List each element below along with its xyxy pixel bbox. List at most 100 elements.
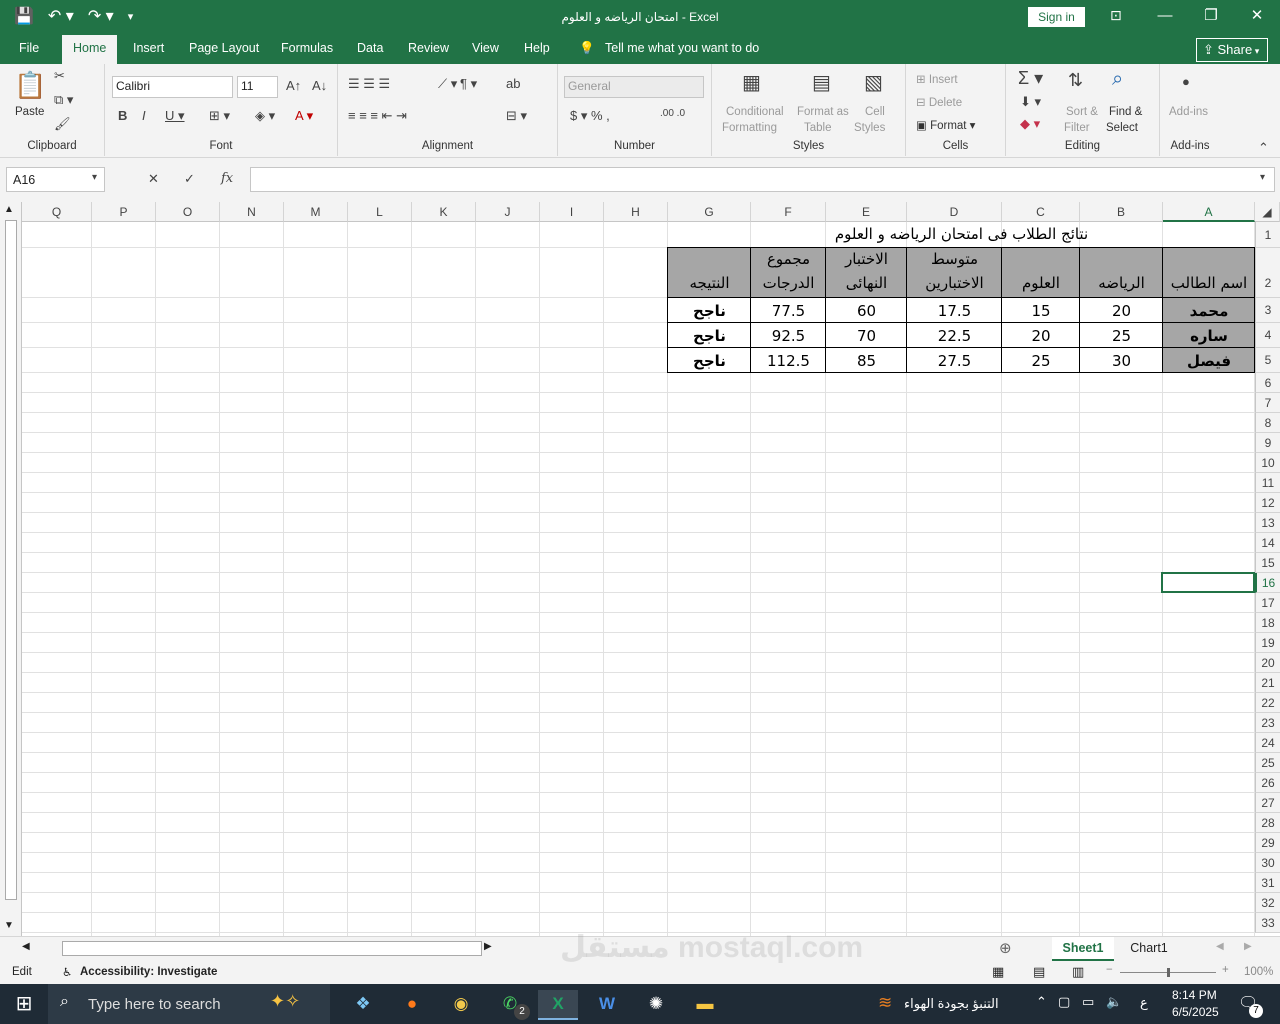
- page-layout-view-icon[interactable]: ▤: [1033, 964, 1045, 980]
- column-header-q[interactable]: Q: [22, 202, 92, 222]
- clear-icon[interactable]: ◆ ▾: [1020, 116, 1040, 132]
- row-header[interactable]: 9: [1255, 433, 1280, 453]
- row-header[interactable]: 25: [1255, 753, 1280, 773]
- header-student-name[interactable]: اسم الطالب: [1163, 274, 1255, 292]
- row-header[interactable]: 19: [1255, 633, 1280, 653]
- font-color-icon[interactable]: A ▾: [295, 108, 313, 124]
- file-explorer-icon[interactable]: ▬: [685, 990, 725, 1020]
- h-scroll-right-icon[interactable]: ▶: [484, 941, 492, 952]
- format-as-table-label-2[interactable]: Table: [804, 122, 832, 134]
- score-cell[interactable]: 30: [1080, 349, 1163, 373]
- score-cell[interactable]: 20: [1002, 324, 1080, 348]
- number-format-select[interactable]: General: [564, 76, 704, 98]
- row-header[interactable]: 8: [1255, 413, 1280, 433]
- header-final-line2[interactable]: النهائى: [826, 274, 907, 292]
- name-box[interactable]: A16: [6, 167, 105, 192]
- column-header-c[interactable]: C: [1002, 202, 1080, 222]
- autosum-icon[interactable]: Σ ▾: [1018, 68, 1043, 89]
- row-header[interactable]: 18: [1255, 613, 1280, 633]
- paste-icon[interactable]: 📋: [14, 70, 46, 101]
- show-hidden-icons[interactable]: ⌃: [1036, 994, 1047, 1010]
- row-header[interactable]: 1: [1255, 222, 1280, 248]
- chatgpt-icon[interactable]: ✺: [636, 990, 676, 1020]
- delete-cells-button[interactable]: ⊟ Delete: [916, 95, 962, 109]
- vertical-scrollbar[interactable]: ▲ ▼: [0, 202, 22, 936]
- currency-icon[interactable]: $ ▾ % ,: [570, 108, 610, 124]
- accessibility-icon[interactable]: ♿: [62, 965, 72, 979]
- column-header-l[interactable]: L: [348, 202, 412, 222]
- row-header[interactable]: 12: [1255, 493, 1280, 513]
- row-header[interactable]: 15: [1255, 553, 1280, 573]
- column-header-a[interactable]: A: [1163, 202, 1255, 222]
- column-header-b[interactable]: B: [1080, 202, 1163, 222]
- score-cell[interactable]: 27.5: [907, 349, 1002, 373]
- row-header[interactable]: 2: [1255, 248, 1280, 298]
- cut-icon[interactable]: ✂: [54, 68, 65, 84]
- score-cell[interactable]: 77.5: [751, 299, 826, 323]
- student-name-cell[interactable]: محمد: [1163, 299, 1255, 323]
- sort-filter-icon[interactable]: ⇅: [1068, 70, 1083, 91]
- accessibility-status[interactable]: Accessibility: Investigate: [80, 966, 217, 978]
- close-icon[interactable]: ✕: [1234, 0, 1280, 34]
- column-header-p[interactable]: P: [92, 202, 156, 222]
- column-header-n[interactable]: N: [220, 202, 284, 222]
- meet-now-icon[interactable]: ▢: [1058, 994, 1070, 1010]
- restore-icon[interactable]: ❐: [1188, 0, 1234, 34]
- tab-page-layout[interactable]: Page Layout: [189, 41, 259, 55]
- network-icon[interactable]: ▭: [1082, 994, 1094, 1010]
- row-header[interactable]: 11: [1255, 473, 1280, 493]
- row-header[interactable]: 29: [1255, 833, 1280, 853]
- row-header[interactable]: 31: [1255, 873, 1280, 893]
- row-header[interactable]: 5: [1255, 348, 1280, 373]
- enter-icon[interactable]: ✓: [184, 171, 195, 187]
- normal-view-icon[interactable]: ▦: [992, 964, 1004, 980]
- row-header[interactable]: 26: [1255, 773, 1280, 793]
- row-header[interactable]: 32: [1255, 893, 1280, 913]
- sort-filter-label[interactable]: Sort &: [1066, 106, 1098, 118]
- insert-cells-button[interactable]: ⊞ Insert: [916, 72, 958, 86]
- find-select-label-2[interactable]: Select: [1106, 122, 1138, 134]
- column-header-k[interactable]: K: [412, 202, 476, 222]
- row-header[interactable]: 4: [1255, 323, 1280, 348]
- column-header-o[interactable]: O: [156, 202, 220, 222]
- column-header-d[interactable]: D: [907, 202, 1002, 222]
- student-name-cell[interactable]: فيصل: [1163, 349, 1255, 373]
- align-left-icon[interactable]: ≡ ≡ ≡ ⇤ ⇥: [348, 108, 407, 124]
- table-title[interactable]: نتائج الطلاب فى امتحان الرياضه و العلوم: [668, 225, 1255, 249]
- addins-button[interactable]: Add-ins: [1169, 106, 1208, 118]
- weather-widget[interactable]: التنبؤ بجودة الهواء: [904, 996, 999, 1012]
- paste-button[interactable]: Paste: [15, 106, 44, 118]
- collapse-ribbon-icon[interactable]: ⌃: [1258, 140, 1269, 156]
- row-header[interactable]: 16: [1255, 573, 1280, 593]
- column-header-f[interactable]: F: [751, 202, 826, 222]
- decrease-font-icon[interactable]: A↓: [312, 78, 327, 93]
- scroll-up-icon[interactable]: ▲: [4, 204, 14, 215]
- clock-time[interactable]: 8:14 PM: [1172, 988, 1217, 1002]
- zoom-out-icon[interactable]: −: [1106, 964, 1113, 976]
- header-average-line2[interactable]: الاختبارين: [907, 274, 1002, 292]
- taskbar-search-box[interactable]: ⌕ Type here to search ✦✧: [48, 984, 330, 1024]
- sort-filter-label-2[interactable]: Filter: [1064, 122, 1090, 134]
- borders-icon[interactable]: ⊞ ▾: [209, 108, 230, 124]
- share-button[interactable]: ⇪ Share ▾: [1196, 38, 1268, 62]
- header-math[interactable]: الرياضه: [1080, 274, 1163, 292]
- header-average-line1[interactable]: متوسط: [907, 250, 1002, 268]
- format-as-table-label[interactable]: Format as: [797, 106, 849, 118]
- windows-start-icon[interactable]: ⊞: [4, 990, 44, 1020]
- score-cell[interactable]: 92.5: [751, 324, 826, 348]
- clock-date[interactable]: 6/5/2025: [1172, 1005, 1219, 1019]
- worksheet-grid[interactable]: ▲ ▼ Q P O N M L K J I H G F E D C B A ◢ …: [0, 202, 1280, 936]
- conditional-formatting-label[interactable]: Conditional: [726, 106, 784, 118]
- minimize-icon[interactable]: —: [1142, 0, 1188, 34]
- chrome-icon[interactable]: ◉: [441, 990, 481, 1020]
- column-header-m[interactable]: M: [284, 202, 348, 222]
- conditional-formatting-label-2[interactable]: Formatting: [722, 122, 777, 134]
- header-total-line1[interactable]: مجموع: [751, 250, 826, 268]
- wrap-text-icon[interactable]: ab: [506, 76, 520, 91]
- result-cell[interactable]: ناجح: [668, 299, 751, 323]
- row-header[interactable]: 33: [1255, 913, 1280, 933]
- format-painter-icon[interactable]: 🖌: [54, 116, 71, 132]
- format-as-table-icon[interactable]: ▤: [812, 70, 831, 95]
- font-name-select[interactable]: Calibri: [112, 76, 233, 98]
- find-icon[interactable]: ⌕: [1112, 68, 1123, 91]
